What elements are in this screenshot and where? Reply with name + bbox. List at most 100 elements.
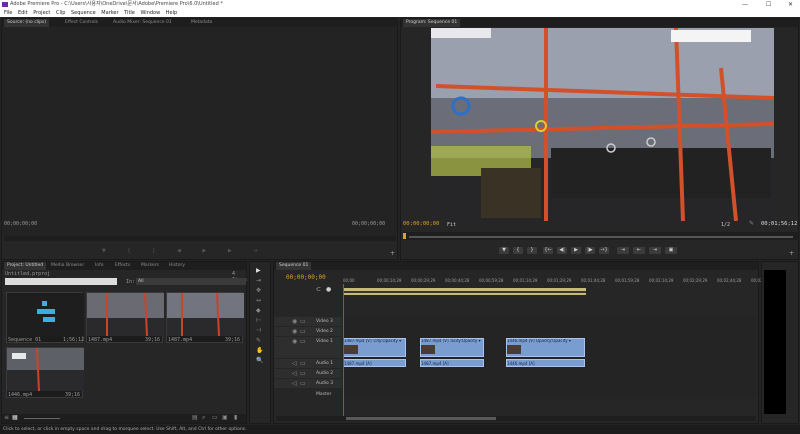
- new-bin-icon[interactable]: ▭: [212, 415, 218, 421]
- lock-icon[interactable]: ▭: [300, 371, 306, 377]
- playhead-marker[interactable]: [403, 233, 406, 239]
- tab-program[interactable]: Program: Sequence 01: [403, 19, 461, 27]
- video-clip[interactable]: 1487.mp4 [V] :acity:Opacity ▾: [420, 338, 484, 357]
- lift-button[interactable]: ⇥: [617, 247, 629, 254]
- lock-icon[interactable]: ▭: [300, 381, 306, 387]
- speaker-icon[interactable]: ◁: [292, 381, 297, 387]
- new-item-icon[interactable]: ▣: [222, 415, 228, 421]
- zoom-tool-icon[interactable]: 🔍: [256, 358, 263, 364]
- tab-source[interactable]: Source: (no clips): [4, 19, 50, 27]
- zoom-slider[interactable]: [24, 418, 60, 419]
- eye-icon[interactable]: ◉: [292, 329, 297, 335]
- menu-file[interactable]: File: [4, 9, 12, 17]
- add-marker-button[interactable]: ▼: [499, 247, 509, 254]
- resolution-select[interactable]: 1/2: [721, 222, 730, 228]
- minimize-button[interactable]: —: [742, 0, 748, 9]
- source-scrubber[interactable]: [4, 236, 396, 241]
- project-item[interactable]: 1446.mp4 39;16: [6, 347, 84, 398]
- speaker-icon[interactable]: ◁: [292, 371, 297, 377]
- track-video-2[interactable]: ◉ ▭ Video 2: [274, 327, 342, 336]
- speaker-icon[interactable]: ◁: [292, 361, 297, 367]
- tab-effects[interactable]: Effects: [112, 262, 133, 270]
- find-icon[interactable]: ⌕: [202, 415, 205, 421]
- tab-markers[interactable]: Markers: [138, 262, 162, 270]
- add-button-icon[interactable]: +: [390, 251, 395, 257]
- zoom-fit-select[interactable]: Fit: [447, 222, 456, 228]
- slide-tool-icon[interactable]: ⊣: [256, 328, 261, 334]
- play-button[interactable]: ▶: [571, 247, 581, 254]
- menu-window[interactable]: Window: [140, 9, 160, 17]
- lock-icon[interactable]: ▭: [300, 329, 306, 335]
- project-item[interactable]: Sequence 01 1;56;12: [6, 292, 84, 343]
- mark-out-button[interactable]: }: [527, 247, 537, 254]
- rolling-edit-tool-icon[interactable]: ↔: [256, 298, 261, 304]
- playhead-line[interactable]: [343, 284, 344, 416]
- audio-clip[interactable]: 1487.mp4 [A]: [420, 359, 484, 367]
- menu-sequence[interactable]: Sequence: [71, 9, 96, 17]
- ripple-edit-tool-icon[interactable]: ✥: [256, 288, 261, 294]
- tab-info[interactable]: Info: [92, 262, 107, 270]
- snap-icon[interactable]: ⊂: [316, 287, 322, 293]
- go-to-in-button[interactable]: {←: [543, 247, 553, 254]
- menu-project[interactable]: Project: [33, 9, 50, 17]
- video-clip[interactable]: 1446.mp4 [V] Opacity:Opacity ▾: [506, 338, 585, 357]
- track-area[interactable]: [343, 317, 756, 399]
- tab-project[interactable]: Project: Untitled: [4, 262, 47, 270]
- trash-icon[interactable]: ▮: [234, 415, 237, 421]
- tab-metadata[interactable]: Metadata: [188, 19, 215, 27]
- slip-tool-icon[interactable]: ⊢: [256, 318, 261, 324]
- audio-clip[interactable]: 1446.mp4 [A]: [506, 359, 585, 367]
- lock-icon[interactable]: ▭: [300, 339, 306, 345]
- menu-clip[interactable]: Clip: [56, 9, 65, 17]
- track-video-3[interactable]: ◉ ▭ Video 3: [274, 317, 342, 326]
- icon-view-icon[interactable]: ▦: [12, 415, 18, 421]
- track-audio-1[interactable]: ◁ ▭ Audio 1: [274, 359, 342, 368]
- tab-sequence[interactable]: Sequence 01: [276, 262, 312, 270]
- menu-title[interactable]: Title: [124, 9, 135, 17]
- tab-audio-mixer[interactable]: Audio Mixer: Sequence 01: [110, 19, 175, 27]
- timeline-timecode[interactable]: 00;00;00;00: [286, 274, 326, 281]
- rate-stretch-tool-icon[interactable]: ◆: [256, 308, 261, 314]
- work-area-bar[interactable]: [343, 288, 586, 295]
- marker-icon[interactable]: ●: [326, 287, 332, 293]
- lock-icon[interactable]: ▭: [300, 319, 306, 325]
- track-audio-2[interactable]: ◁ ▭ Audio 2: [274, 369, 342, 378]
- timeline-scrollbar[interactable]: [276, 416, 756, 421]
- step-forward-button[interactable]: |▶: [585, 247, 595, 254]
- list-view-icon[interactable]: ≡: [4, 415, 9, 421]
- close-button[interactable]: ✕: [788, 0, 793, 9]
- maximize-button[interactable]: ☐: [766, 0, 771, 9]
- program-timecode-current[interactable]: 00;00;00;00: [403, 221, 439, 227]
- project-item[interactable]: 1487.mp4 39;16: [166, 292, 244, 343]
- eye-icon[interactable]: ◉: [292, 339, 297, 345]
- menu-edit[interactable]: Edit: [18, 9, 28, 17]
- lock-icon[interactable]: ▭: [300, 361, 306, 367]
- program-scrubber[interactable]: [403, 232, 798, 240]
- selection-tool-icon[interactable]: ▶: [256, 268, 261, 274]
- settings-wrench-icon[interactable]: ✎: [749, 221, 754, 227]
- go-to-out-button[interactable]: →}: [599, 247, 609, 254]
- hand-tool-icon[interactable]: ✋: [256, 348, 263, 354]
- track-video-1[interactable]: ◉ ▭ Video 1: [274, 337, 342, 358]
- tab-history[interactable]: History: [166, 262, 188, 270]
- source-timecode-left[interactable]: 00;00;00;00: [4, 221, 37, 227]
- project-search-input[interactable]: [5, 278, 117, 285]
- tab-effect-controls[interactable]: Effect Controls: [62, 19, 101, 27]
- pen-tool-icon[interactable]: ✎: [256, 338, 261, 344]
- track-select-tool-icon[interactable]: ⇥: [256, 278, 261, 284]
- tab-media-browser[interactable]: Media Browser: [48, 262, 87, 270]
- step-back-button[interactable]: ◀|: [557, 247, 567, 254]
- automate-icon[interactable]: ▤: [192, 415, 198, 421]
- in-filter-select[interactable]: All: [136, 278, 246, 285]
- time-ruler[interactable]: 00;00 00;00;14;29 00;00;29;29 00;00;44;28 00…: [343, 278, 775, 286]
- camera-button[interactable]: ▣: [665, 247, 677, 254]
- video-clip[interactable]: 1487.mp4 [V] :city:Opacity ▾: [343, 338, 406, 357]
- add-button-icon[interactable]: +: [789, 251, 794, 257]
- audio-clip[interactable]: 1487.mp4 [A]: [343, 359, 406, 367]
- track-audio-3[interactable]: ◁ ▭ Audio 3: [274, 379, 342, 388]
- eye-icon[interactable]: ◉: [292, 319, 297, 325]
- mark-in-button[interactable]: {: [513, 247, 523, 254]
- menu-marker[interactable]: Marker: [101, 9, 118, 17]
- project-item[interactable]: 1487.mp4 39;16: [86, 292, 164, 343]
- track-master[interactable]: Master: [274, 390, 342, 399]
